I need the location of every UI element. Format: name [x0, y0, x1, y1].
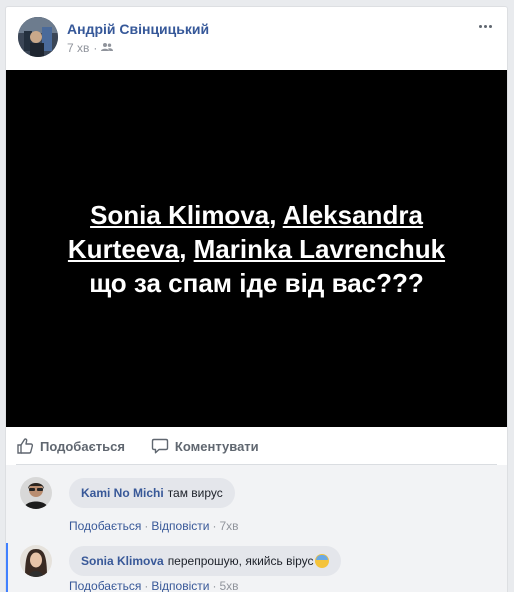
comment-separator: · [144, 579, 149, 592]
text-comma: , [269, 199, 283, 230]
comment-separator: · [212, 519, 217, 533]
comment-reply-link[interactable]: Відповісти [151, 519, 209, 533]
comment-time[interactable]: 5хв [219, 579, 238, 592]
like-button-label: Подобається [40, 438, 125, 454]
author-avatar[interactable] [18, 17, 58, 57]
post-header: Андрій Свінцицький 7 хв · [18, 17, 497, 65]
comment-time[interactable]: 7хв [219, 519, 238, 533]
mention-marinka-lavrenchuk[interactable]: Marinka Lavrenchuk [194, 234, 445, 264]
post-meta: 7 хв · [67, 41, 114, 55]
comment-separator: · [144, 519, 149, 533]
comment-item: Kami No Michi там вирус Подобається · Відпо… [18, 477, 497, 537]
comments-section: Kami No Michi там вирус Подобається · Відпо… [6, 465, 507, 592]
comment-actions: Подобається · Відповісти · 7хв [69, 519, 239, 533]
comment-author-name[interactable]: Kami No Michi [81, 486, 164, 500]
comment-text: там вирус [167, 486, 223, 500]
post-image-text: Sonia Klimova, Aleksandra Kurteeva, Mari… [42, 198, 472, 300]
comment-like-link[interactable]: Подобається [69, 579, 141, 592]
mention-sonia-klimova[interactable]: Sonia Klimova [90, 200, 269, 230]
comment-like-link[interactable]: Подобається [69, 519, 141, 533]
reply-indicator-bar [6, 543, 8, 592]
post-text-image[interactable]: Sonia Klimova, Aleksandra Kurteeva, Mari… [6, 70, 507, 427]
comment-text: перепрошую, якийсь вірус [167, 554, 314, 568]
comment-bubble: Sonia Klimova перепрошую, якийсь вірус [69, 546, 341, 576]
thumbs-up-icon [17, 438, 34, 454]
commenter-avatar[interactable] [20, 545, 52, 577]
post-image-tail-text: що за спам іде від вас??? [89, 267, 424, 298]
post-author-name[interactable]: Андрій Свінцицький [67, 21, 209, 37]
comment-author-name[interactable]: Sonia Klimova [81, 554, 164, 568]
post-options-icon[interactable] [475, 19, 495, 33]
comment-separator: · [212, 579, 217, 592]
fearful-face-emoji-icon [314, 554, 329, 568]
like-button[interactable]: Подобається [16, 437, 125, 455]
comment-bubble: Kami No Michi там вирус [69, 478, 235, 508]
post-card: Андрій Свінцицький 7 хв · Sonia Klimova,… [5, 6, 508, 592]
audience-friends-icon[interactable] [101, 41, 114, 55]
post-time[interactable]: 7 хв [67, 41, 89, 55]
comment-button[interactable]: Коментувати [151, 437, 259, 455]
text-comma: , [179, 233, 194, 264]
meta-separator: · [93, 41, 98, 55]
commenter-avatar[interactable] [20, 477, 52, 509]
comment-reply-link[interactable]: Відповісти [151, 579, 209, 592]
comment-bubble-icon [151, 438, 169, 454]
comment-item: Sonia Klimova перепрошую, якийсь вірус По… [18, 545, 497, 592]
comment-actions: Подобається · Відповісти · 5хв [69, 579, 239, 592]
comment-button-label: Коментувати [174, 438, 259, 454]
post-actions: Подобається Коментувати [16, 430, 497, 462]
